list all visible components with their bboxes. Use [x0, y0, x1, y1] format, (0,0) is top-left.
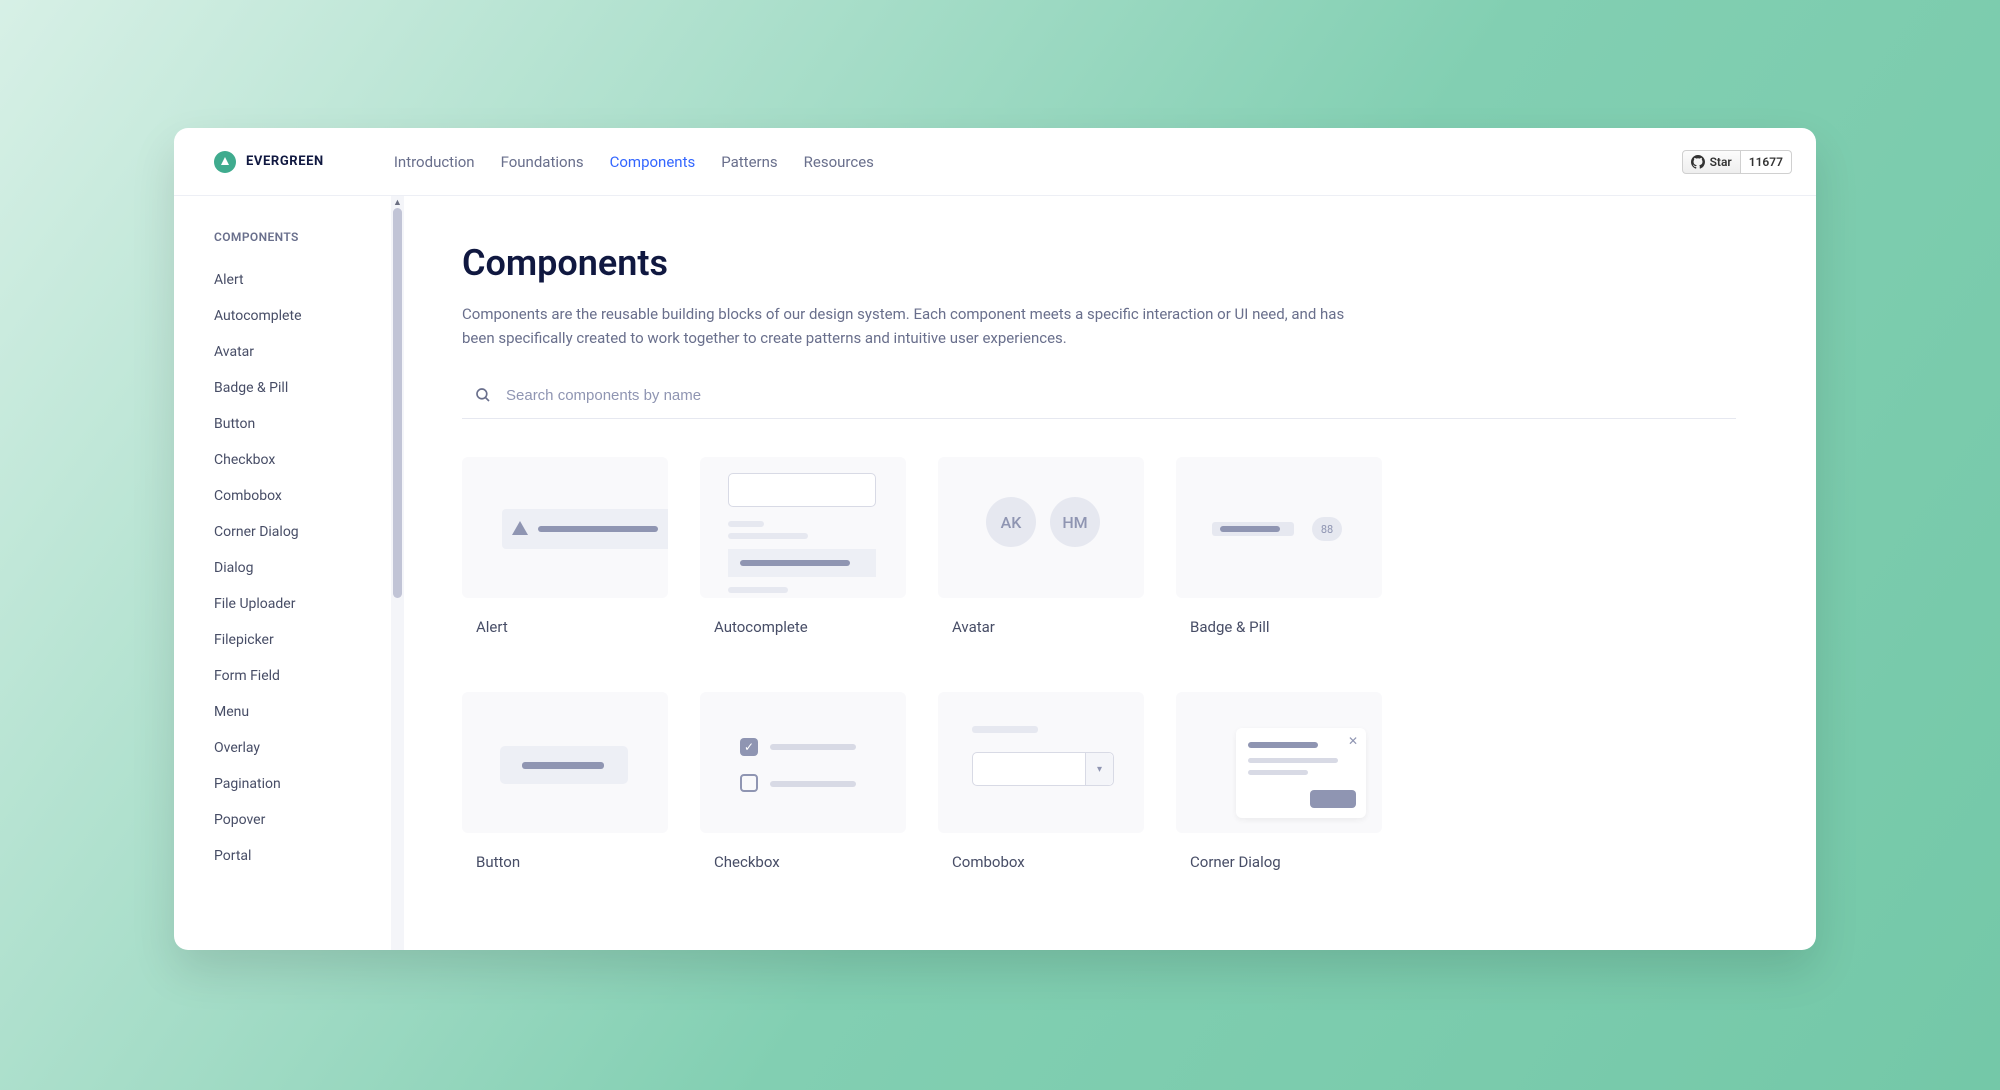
sidebar-item-alert[interactable]: Alert [214, 262, 404, 298]
sidebar-item-corner-dialog[interactable]: Corner Dialog [214, 514, 404, 550]
card-autocomplete[interactable]: Autocomplete [700, 457, 906, 636]
sidebar-item-badge-pill[interactable]: Badge & Pill [214, 370, 404, 406]
card-corner-dialog[interactable]: ✕ Corner Dialog [1176, 692, 1382, 871]
close-icon: ✕ [1348, 734, 1358, 748]
thumb-autocomplete [700, 457, 906, 598]
github-star-button[interactable]: Star [1682, 150, 1741, 174]
top-nav: Introduction Foundations Components Patt… [394, 153, 874, 171]
github-icon [1691, 155, 1705, 169]
card-label: Badge & Pill [1190, 618, 1382, 636]
thumb-combobox: ▾ [938, 692, 1144, 833]
header: EVERGREEN Introduction Foundations Compo… [174, 128, 1816, 196]
brand-name: EVERGREEN [246, 154, 324, 169]
card-badge-pill[interactable]: 88 Badge & Pill [1176, 457, 1382, 636]
sidebar-scrollbar[interactable]: ▲ [391, 196, 404, 950]
card-button[interactable]: Button [462, 692, 668, 871]
thumb-checkbox: ✓ [700, 692, 906, 833]
avatar-initials: AK [986, 497, 1036, 547]
sidebar-item-file-uploader[interactable]: File Uploader [214, 586, 404, 622]
nav-resources[interactable]: Resources [804, 153, 874, 171]
main-content: Components Components are the reusable b… [404, 196, 1816, 950]
thumb-button [462, 692, 668, 833]
sidebar-item-autocomplete[interactable]: Autocomplete [214, 298, 404, 334]
card-label: Combobox [952, 853, 1144, 871]
nav-introduction[interactable]: Introduction [394, 153, 475, 171]
page-description: Components are the reusable building blo… [462, 302, 1362, 350]
thumb-alert [462, 457, 668, 598]
card-label: Alert [476, 618, 668, 636]
card-label: Corner Dialog [1190, 853, 1382, 871]
card-label: Avatar [952, 618, 1144, 636]
thumb-avatar: AK HM [938, 457, 1144, 598]
brand-logo-icon [214, 151, 236, 173]
search-input[interactable] [506, 387, 906, 404]
component-grid: Alert Autocomplete AK [462, 457, 1736, 871]
app-window: EVERGREEN Introduction Foundations Compo… [174, 128, 1816, 950]
sidebar-heading: COMPONENTS [214, 230, 404, 244]
card-combobox[interactable]: ▾ Combobox [938, 692, 1144, 871]
sidebar-list: Alert Autocomplete Avatar Badge & Pill B… [214, 262, 404, 874]
chevron-down-icon: ▾ [1085, 753, 1113, 785]
brand[interactable]: EVERGREEN [214, 151, 324, 173]
sidebar-item-popover[interactable]: Popover [214, 802, 404, 838]
avatar-initials: HM [1050, 497, 1100, 547]
sidebar-item-overlay[interactable]: Overlay [214, 730, 404, 766]
nav-foundations[interactable]: Foundations [501, 153, 584, 171]
search-icon [474, 386, 492, 404]
sidebar: COMPONENTS Alert Autocomplete Avatar Bad… [174, 196, 404, 950]
github-widget: Star 11677 [1682, 150, 1792, 174]
card-label: Autocomplete [714, 618, 906, 636]
sidebar-item-menu[interactable]: Menu [214, 694, 404, 730]
sidebar-item-checkbox[interactable]: Checkbox [214, 442, 404, 478]
scroll-up-icon[interactable]: ▲ [391, 196, 404, 208]
card-label: Checkbox [714, 853, 906, 871]
search-row [462, 386, 1736, 419]
sidebar-item-button[interactable]: Button [214, 406, 404, 442]
sidebar-item-portal[interactable]: Portal [214, 838, 404, 874]
page-title: Components [462, 242, 1736, 284]
card-alert[interactable]: Alert [462, 457, 668, 636]
card-checkbox[interactable]: ✓ Checkbox [700, 692, 906, 871]
card-avatar[interactable]: AK HM Avatar [938, 457, 1144, 636]
sidebar-item-pagination[interactable]: Pagination [214, 766, 404, 802]
nav-patterns[interactable]: Patterns [721, 153, 777, 171]
card-label: Button [476, 853, 668, 871]
sidebar-item-filepicker[interactable]: Filepicker [214, 622, 404, 658]
pill-value: 88 [1312, 517, 1342, 541]
sidebar-item-avatar[interactable]: Avatar [214, 334, 404, 370]
nav-components[interactable]: Components [610, 153, 696, 171]
github-star-label: Star [1710, 155, 1732, 169]
sidebar-item-form-field[interactable]: Form Field [214, 658, 404, 694]
sidebar-item-combobox[interactable]: Combobox [214, 478, 404, 514]
sidebar-item-dialog[interactable]: Dialog [214, 550, 404, 586]
sidebar-scrollbar-thumb[interactable] [393, 208, 402, 598]
thumb-badge-pill: 88 [1176, 457, 1382, 598]
github-star-count[interactable]: 11677 [1741, 150, 1792, 174]
thumb-corner-dialog: ✕ [1176, 692, 1382, 833]
